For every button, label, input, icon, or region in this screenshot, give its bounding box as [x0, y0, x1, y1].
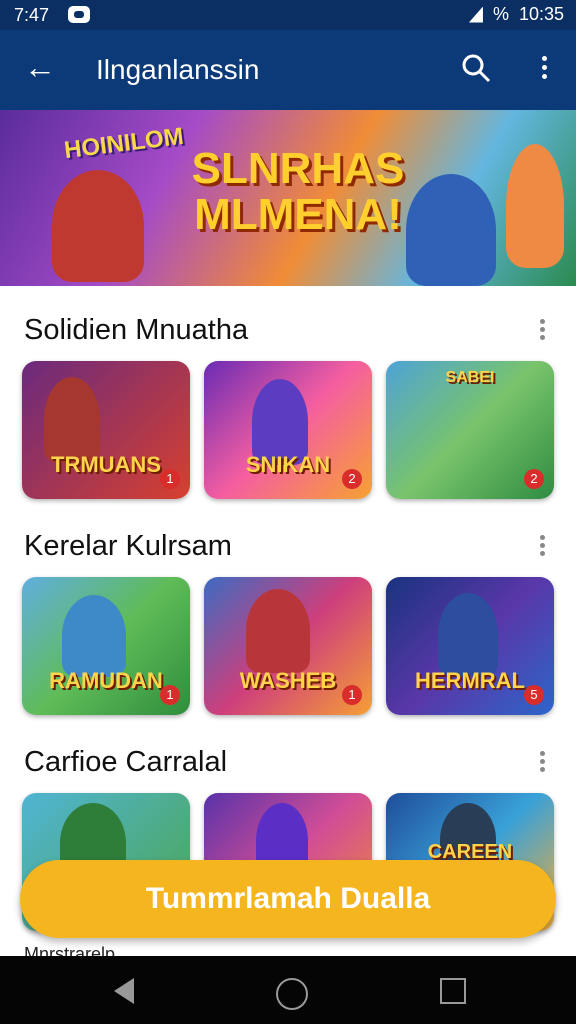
section-title-3: Carfioe Carralal [24, 746, 228, 778]
partial-next-section-title: Mnrstrarelp [24, 944, 116, 956]
more-vert-icon [539, 319, 545, 324]
card-character [44, 377, 100, 463]
card-character [62, 595, 126, 677]
card-character [246, 589, 310, 673]
more-vert-icon [539, 751, 545, 756]
search-icon [462, 54, 484, 76]
game-card-title: SABEI [445, 369, 495, 386]
game-card-title: WASHEB [239, 668, 337, 693]
game-card[interactable]: WASHEB 1 [204, 577, 372, 715]
game-card[interactable]: HERMRAL 5 [386, 577, 554, 715]
banner-left-text: HOINILOM [62, 122, 186, 165]
card-row-2: RAMUDAN 1 WASHEB 1 HERMRAL 5 [22, 577, 554, 715]
game-card-title: SNIKAN [245, 452, 331, 477]
card-badge: 5 [524, 685, 544, 705]
status-bar: 7:47 % 10:35 [0, 0, 576, 30]
back-button[interactable]: ← [24, 50, 58, 84]
more-vert-icon-dot-1 [541, 56, 547, 61]
card-badge: 1 [160, 685, 180, 705]
game-card[interactable]: RAMUDAN 1 [22, 577, 190, 715]
game-card-title: HERMRAL [415, 668, 525, 693]
system-navigation-bar [0, 956, 576, 1024]
card-badge: 1 [160, 469, 180, 489]
game-card[interactable]: TRMUANS 1 [22, 361, 190, 499]
banner-character-right [406, 174, 496, 286]
nav-back-icon[interactable] [114, 978, 134, 1004]
section-more-button-3[interactable] [534, 748, 550, 778]
status-clock: 10:35 [518, 4, 564, 24]
banner-character-left [52, 170, 144, 282]
banner-character-far-right [506, 144, 564, 268]
signal-icon [468, 6, 483, 23]
game-card-title: TRMUANS [51, 452, 161, 477]
card-row-1: TRMUANS 1 SNIKAN 2 SABEI 2 [22, 361, 554, 499]
banner-main-text: SLNRHAS MLMENA! [191, 144, 405, 239]
card-badge: 2 [524, 469, 544, 489]
nav-recent-apps-icon[interactable] [440, 978, 466, 1004]
section-more-button-2[interactable] [534, 532, 550, 562]
more-vert-icon-dot-2 [541, 65, 547, 70]
battery-label: % [492, 4, 509, 24]
more-vert-icon [539, 535, 545, 540]
app-bar: ← Ilnganlanssin [0, 30, 576, 110]
card-character [438, 593, 498, 677]
game-card-title: RAMUDAN [49, 668, 163, 693]
section-more-button-1[interactable] [534, 316, 550, 346]
card-badge: 2 [342, 469, 362, 489]
more-vert-icon-dot-3 [541, 74, 547, 79]
more-options-button[interactable] [534, 52, 554, 88]
status-time: 7:47 [14, 5, 50, 25]
promo-banner[interactable]: HOINILOM SLNRHAS MLMENA! [0, 110, 576, 286]
game-card[interactable]: SABEI 2 [386, 361, 554, 499]
primary-cta-button[interactable]: Tummrlamah Dualla [20, 860, 556, 938]
page-title: Ilnganlanssin [96, 54, 260, 85]
arrow-left-icon: ← [24, 49, 56, 85]
game-card[interactable]: SNIKAN 2 [204, 361, 372, 499]
status-icons: % 10:35 [468, 4, 564, 25]
message-icon [68, 6, 90, 23]
nav-home-icon[interactable] [276, 978, 308, 1010]
section-title-2: Kerelar Kulrsam [24, 530, 232, 562]
section-title-1: Solidien Mnuatha [24, 314, 249, 346]
card-badge: 1 [342, 685, 362, 705]
search-button[interactable] [460, 52, 492, 84]
